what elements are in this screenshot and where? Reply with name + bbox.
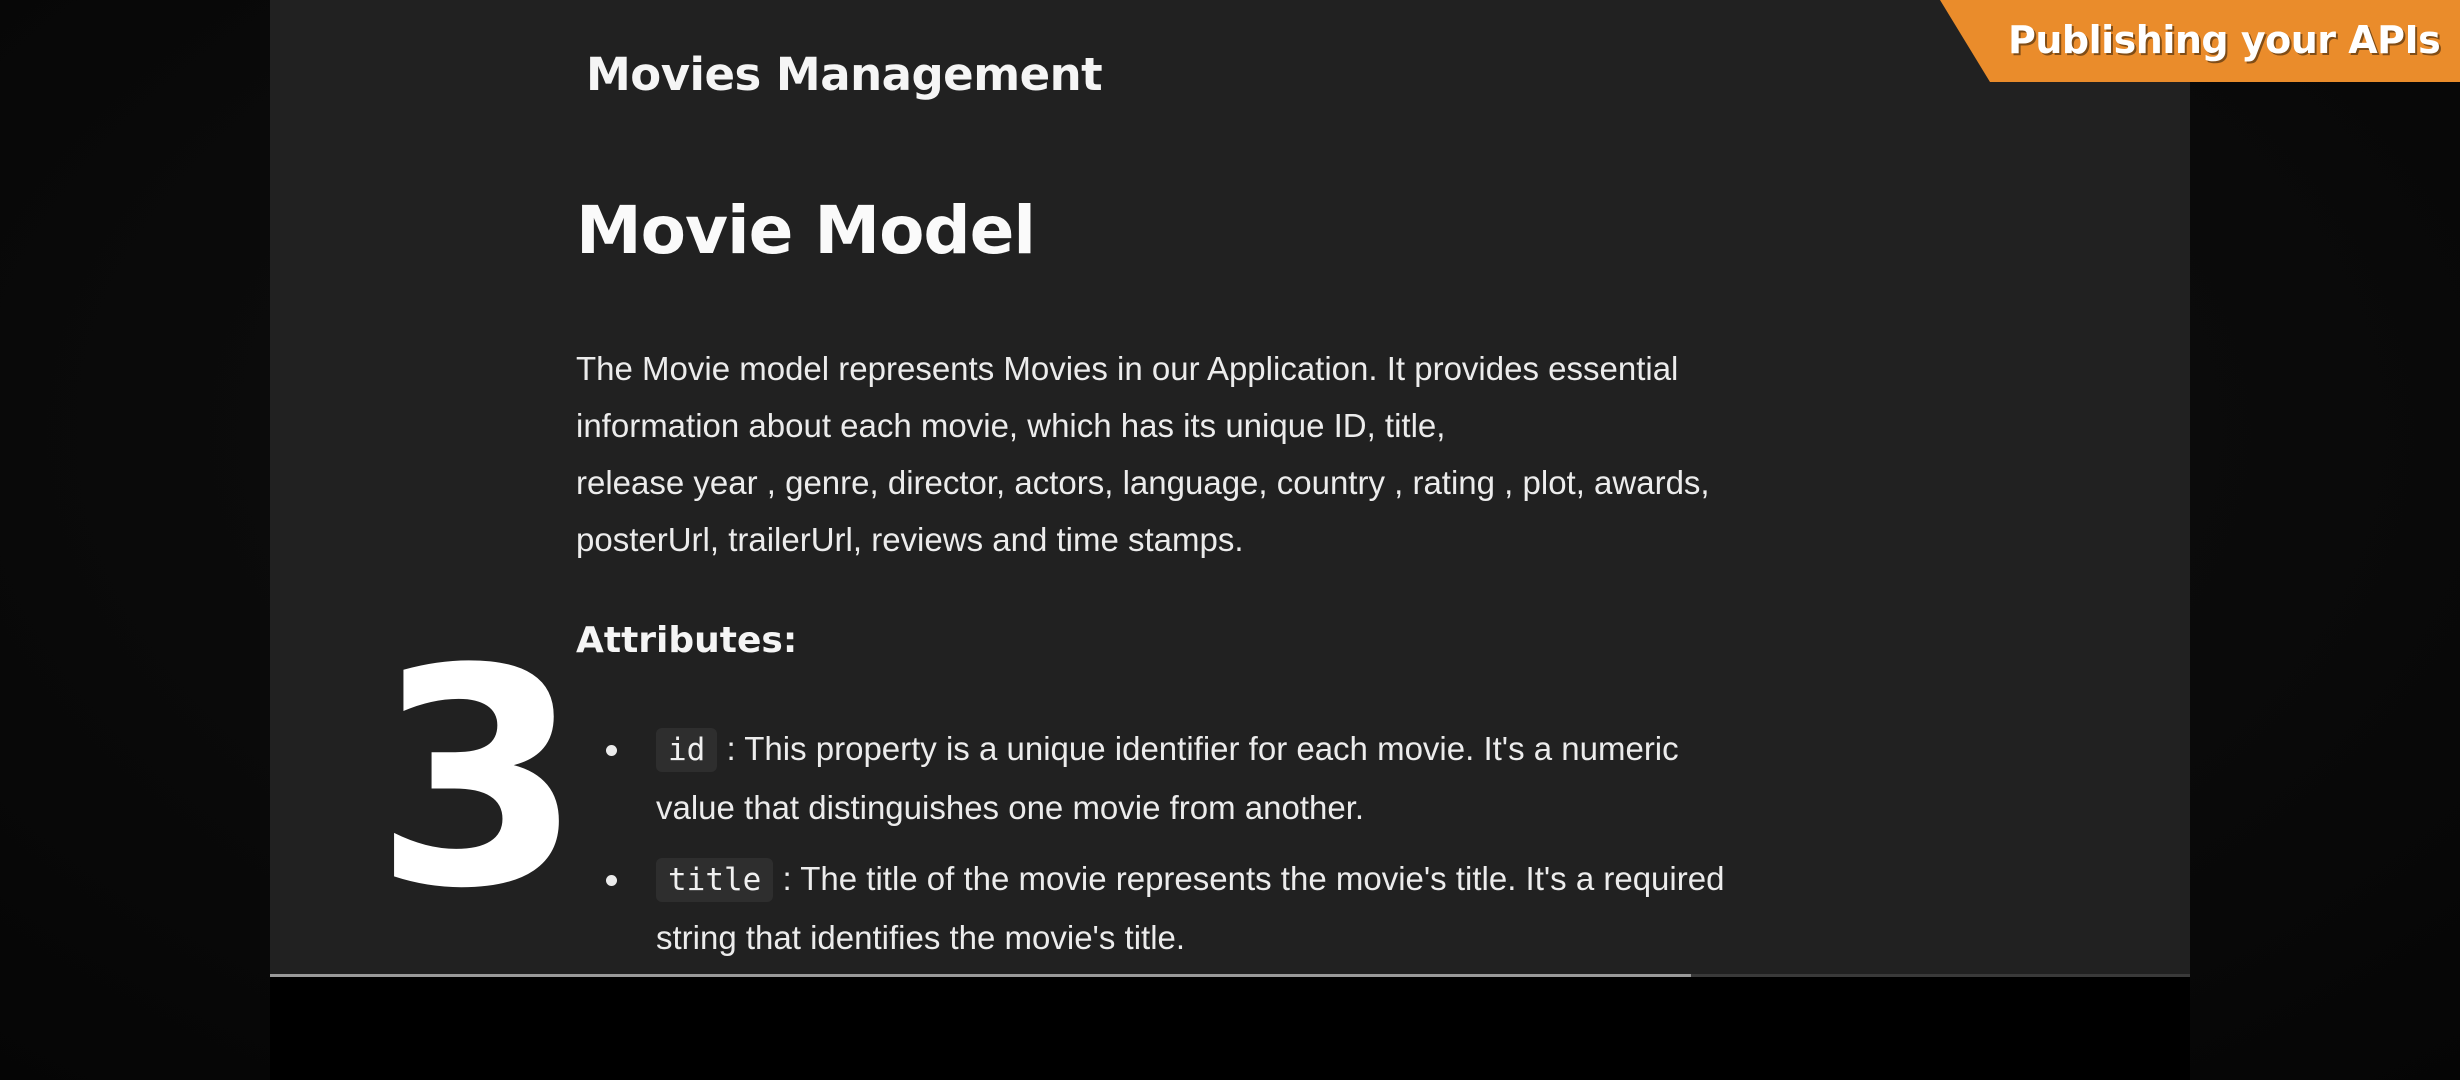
bullet-icon (606, 875, 617, 886)
description-line: The Movie model represents Movies in our… (576, 350, 1679, 387)
step-number-overlay: 3 (374, 605, 583, 954)
attribute-description: : This property is a unique identifier f… (726, 730, 1679, 767)
video-frame[interactable]: Movies Management Movie Model The Movie … (270, 0, 2460, 1080)
description-line: release year , genre, director, actors, … (576, 464, 1710, 501)
video-progress-fill (270, 974, 1691, 977)
attribute-code: id (656, 728, 718, 772)
attribute-code: title (656, 858, 774, 902)
list-item: title : The title of the movie represent… (606, 850, 1906, 966)
description-line: information about each movie, which has … (576, 407, 1446, 444)
app-title: Movies Management (586, 48, 1103, 101)
video-progress-bar[interactable] (270, 974, 2190, 977)
description-line: posterUrl, trailerUrl, reviews and time … (576, 521, 1244, 558)
list-item: id : This property is a unique identifie… (606, 720, 1906, 836)
docs-page: Movies Management Movie Model The Movie … (270, 0, 2190, 976)
screen-background: Movies Management Movie Model The Movie … (0, 0, 2460, 1080)
section-banner: Publishing your APIs (1940, 0, 2460, 82)
attribute-description-cont: value that distinguishes one movie from … (656, 789, 1365, 826)
model-description: The Movie model represents Movies in our… (576, 340, 1906, 568)
attributes-list: id : This property is a unique identifie… (606, 720, 1906, 976)
attribute-description: : The title of the movie represents the … (782, 860, 1725, 897)
bullet-icon (606, 745, 617, 756)
page-title: Movie Model (576, 192, 1036, 269)
banner-label: Publishing your APIs (2008, 18, 2441, 62)
attribute-description-cont: string that identifies the movie's title… (656, 919, 1186, 956)
attributes-heading: Attributes: (576, 620, 798, 661)
